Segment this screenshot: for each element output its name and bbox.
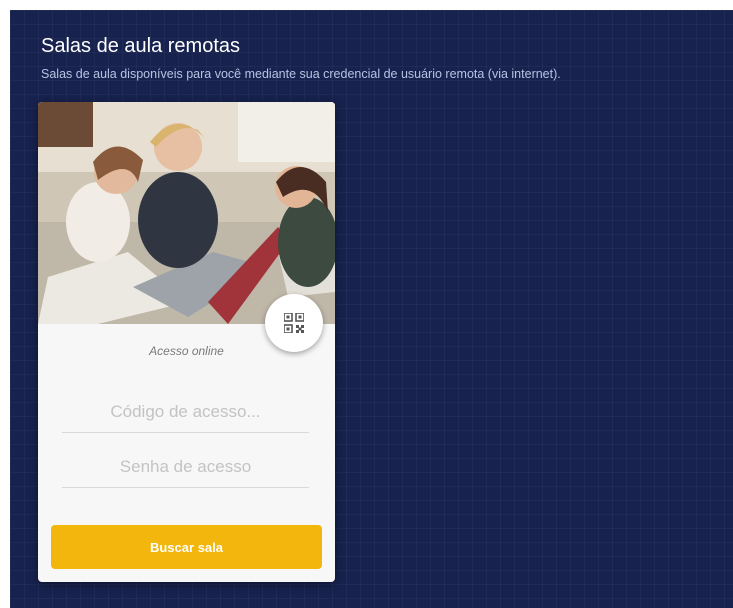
access-password-input[interactable] [62, 447, 309, 488]
qr-code-button[interactable] [265, 294, 323, 352]
search-room-button[interactable]: Buscar sala [51, 525, 322, 569]
qr-code-icon [284, 313, 304, 333]
classroom-photo [38, 102, 335, 324]
access-code-input[interactable] [62, 392, 309, 433]
page-subtitle: Salas de aula disponíveis para você medi… [41, 67, 561, 81]
page-title: Salas de aula remotas [41, 35, 241, 57]
